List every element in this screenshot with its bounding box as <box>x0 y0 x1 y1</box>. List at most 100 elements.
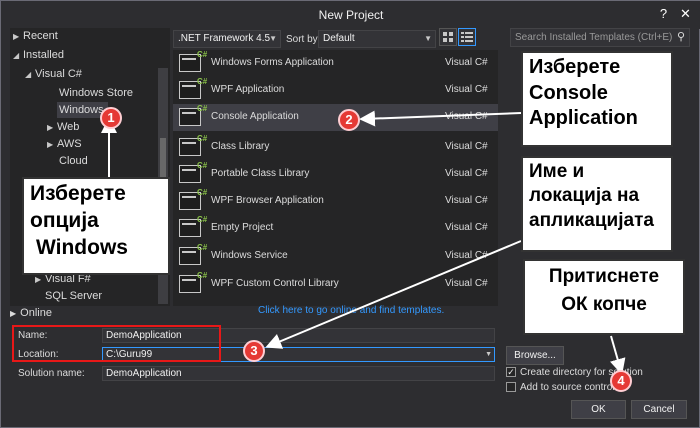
callout-line: Изберете <box>30 182 126 205</box>
solution-name-input[interactable]: DemoApplication <box>102 366 495 381</box>
callout-select-console: Изберете Console Application <box>521 51 673 147</box>
ok-button[interactable]: OK <box>571 400 626 419</box>
sort-dropdown[interactable]: Default ▼ <box>318 30 436 48</box>
tree-item-sql-server[interactable]: SQL Server <box>45 288 102 304</box>
callout-line: апликацијата <box>529 209 654 231</box>
grid-view-icon <box>443 32 453 42</box>
framework-value: .NET Framework 4.5 <box>178 33 271 44</box>
template-row[interactable]: C# WPF Application Visual C# <box>173 77 498 104</box>
cancel-button[interactable]: Cancel <box>631 400 687 419</box>
title-bar: New Project ? ✕ <box>1 1 700 29</box>
expand-arrow-icon: ▶ <box>47 123 54 132</box>
solution-name-label: Solution name: <box>18 368 85 379</box>
dialog-title: New Project <box>318 8 384 22</box>
callout-line: Притиснете <box>548 266 660 287</box>
csharp-badge: C# <box>197 271 208 280</box>
list-view-icon <box>461 32 473 42</box>
name-location-highlight <box>12 325 221 362</box>
csharp-badge: C# <box>197 134 208 143</box>
csharp-badge: C# <box>197 243 208 252</box>
search-templates-input[interactable]: Search Installed Templates (Ctrl+E) ⚲ <box>510 28 690 47</box>
search-placeholder: Search Installed Templates (Ctrl+E) <box>515 32 673 43</box>
template-row[interactable]: C# Portable Class Library Visual C# <box>173 161 498 188</box>
template-language: Visual C# <box>445 141 488 152</box>
csharp-badge: C# <box>197 161 208 170</box>
browse-button[interactable]: Browse... <box>506 346 564 365</box>
callout-name-location: Име и локација на апликацијата <box>521 156 673 252</box>
new-project-dialog: New Project ? ✕ ▶ Recent ◢ Installed ◢ Visu… <box>0 0 700 428</box>
template-name: Windows Service <box>211 250 288 261</box>
csharp-badge: C# <box>197 104 208 113</box>
framework-dropdown[interactable]: .NET Framework 4.5 ▼ <box>173 30 281 48</box>
callout-line: ОК копче <box>561 294 647 316</box>
expand-arrow-icon: ▶ <box>47 140 54 149</box>
template-row[interactable]: C# WPF Custom Control Library Visual C# <box>173 271 498 298</box>
tree-item-web[interactable]: ▶ Web <box>47 119 79 135</box>
callout-line: Изберете <box>529 56 621 78</box>
chevron-down-icon: ▼ <box>485 351 492 358</box>
template-language: Visual C# <box>445 222 488 233</box>
template-language: Visual C# <box>445 57 488 68</box>
search-icon: ⚲ <box>676 31 685 43</box>
chevron-down-icon: ▼ <box>424 34 432 43</box>
template-name: Empty Project <box>211 222 274 233</box>
template-language: Visual C# <box>445 111 488 122</box>
callout-press-ok: Притиснете ОК копче <box>523 259 685 335</box>
tree-item-aws[interactable]: ▶ AWS <box>47 136 82 152</box>
callout-line: опција <box>30 208 99 232</box>
template-list: C# Windows Forms Application Visual C# C… <box>173 50 498 306</box>
tree-item-recent[interactable]: ▶ Recent <box>13 28 58 44</box>
expand-arrow-icon: ▶ <box>13 32 20 41</box>
csharp-badge: C# <box>197 77 208 86</box>
tree-label: SQL Server <box>45 290 103 302</box>
template-language: Visual C# <box>445 84 488 95</box>
arrow-to-ok <box>610 335 626 375</box>
template-row[interactable]: C# Windows Service Visual C# <box>173 243 498 270</box>
template-language: Visual C# <box>445 250 488 261</box>
csharp-badge: C# <box>197 215 208 224</box>
tree-label: Cloud <box>59 155 88 167</box>
tree-item-visual-csharp[interactable]: ◢ Visual C# <box>25 66 82 82</box>
close-button[interactable]: ✕ <box>677 5 694 22</box>
tree-label: Windows <box>59 104 104 116</box>
template-row[interactable]: C# WPF Browser Application Visual C# <box>173 188 498 215</box>
callout-line: локација на <box>529 185 640 207</box>
tree-label: Windows Store <box>59 87 133 99</box>
find-templates-online-link[interactable]: Click here to go online and find templat… <box>258 305 444 316</box>
tree-label: AWS <box>57 138 82 150</box>
expand-arrow-icon: ▶ <box>10 309 17 318</box>
template-language: Visual C# <box>445 195 488 206</box>
csharp-badge: C# <box>197 188 208 197</box>
source-control-checkbox[interactable] <box>506 382 516 392</box>
tree-item-windows-store[interactable]: Windows Store <box>59 85 133 101</box>
solution-name-value: DemoApplication <box>106 368 182 379</box>
create-directory-checkbox[interactable]: ✓ <box>506 367 516 377</box>
template-row-selected[interactable]: C# Console Application Visual C# <box>173 104 498 131</box>
template-name: WPF Application <box>211 84 285 95</box>
tree-label: Visual C# <box>35 68 82 80</box>
template-name: Console Application <box>211 111 299 122</box>
step-badge-2: 2 <box>338 109 360 131</box>
small-icons-view-button[interactable] <box>439 28 457 46</box>
template-name: WPF Browser Application <box>211 195 324 206</box>
csharp-badge: C# <box>197 50 208 59</box>
template-row[interactable]: C# Class Library Visual C# <box>173 134 498 161</box>
step-badge-3: 3 <box>243 340 265 362</box>
callout-line: Име и <box>529 161 585 182</box>
tree-item-online[interactable]: ▶ Online <box>10 307 52 319</box>
callout-line: Application <box>529 107 638 130</box>
template-row[interactable]: C# Windows Forms Application Visual C# <box>173 50 498 77</box>
template-row[interactable]: C# Empty Project Visual C# <box>173 215 498 242</box>
help-button[interactable]: ? <box>655 5 672 22</box>
callout-line: Console <box>529 81 608 104</box>
template-name: WPF Custom Control Library <box>211 278 339 289</box>
list-view-button[interactable] <box>458 28 476 46</box>
tree-item-cloud[interactable]: Cloud <box>59 153 88 169</box>
callout-select-windows: Изберете опција Windows <box>22 177 170 275</box>
tree-item-installed[interactable]: ◢ Installed <box>13 47 64 63</box>
tree-label: Online <box>20 307 52 319</box>
template-name: Windows Forms Application <box>211 57 334 68</box>
callout-line: Windows <box>36 235 128 259</box>
template-language: Visual C# <box>445 168 488 179</box>
collapse-arrow-icon: ◢ <box>25 70 32 79</box>
